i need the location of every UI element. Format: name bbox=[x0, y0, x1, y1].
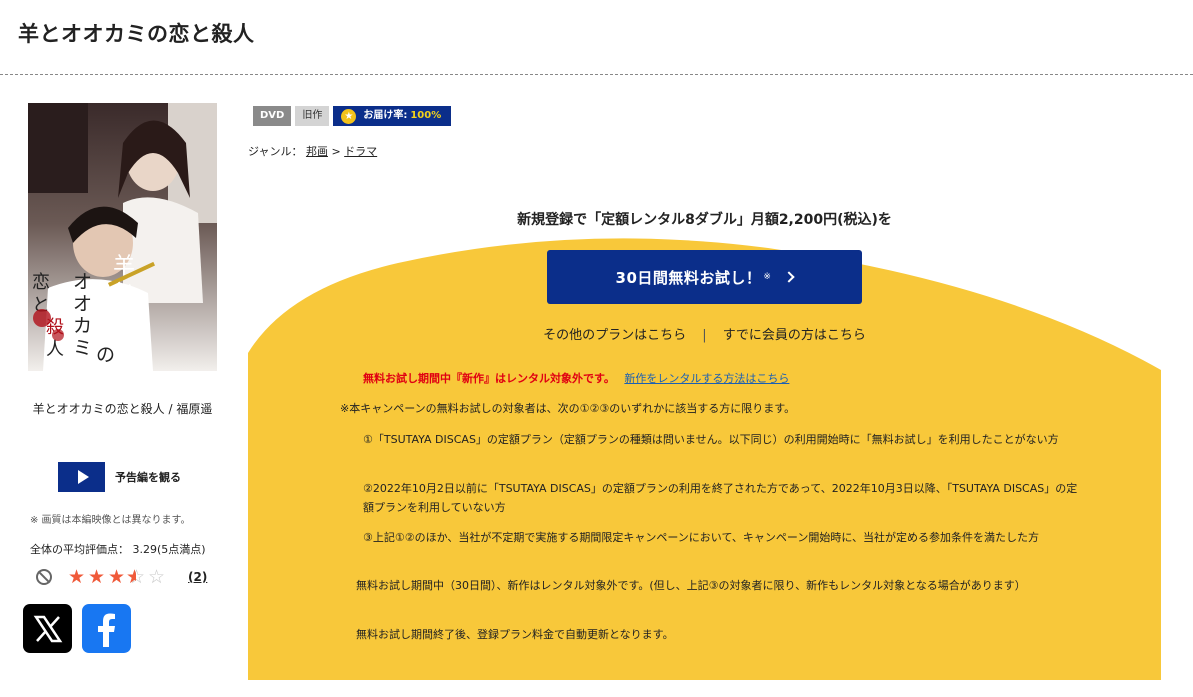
campaign-headline: 新規登録で「定額レンタル8ダブル」月額2,200円(税込)を bbox=[517, 212, 892, 228]
rating-row: ★ ★ ★ ☆ ☆ (2) bbox=[36, 566, 216, 588]
svg-text:羊: 羊 bbox=[113, 254, 135, 279]
new-release-rental-link[interactable]: 新作をレンタルする方法はこちら bbox=[624, 372, 789, 385]
play-icon bbox=[58, 462, 105, 492]
svg-text:ミ: ミ bbox=[73, 337, 92, 359]
genre-breadcrumb: ジャンル： 邦画 > ドラマ bbox=[248, 143, 377, 159]
new-release-warning: 無料お試し期間中『新作』はレンタル対象外です。 bbox=[363, 372, 615, 385]
eligibility-intro: ※本キャンペーンの無料お試しの対象者は、次の①②③のいずれかに該当する方に限りま… bbox=[340, 402, 796, 415]
trailer-button[interactable]: 予告編を観る bbox=[58, 462, 198, 492]
status-badge: 旧作 bbox=[295, 106, 330, 126]
eligibility-condition-1: ①「TSUTAYA DISCAS」の定額プラン（定額プランの種類は問いません。以… bbox=[363, 433, 1059, 446]
format-badge: DVD bbox=[253, 106, 292, 126]
star-rating: ★ ★ ★ ☆ ☆ bbox=[66, 567, 166, 587]
free-trial-note-mark: ※ bbox=[763, 272, 772, 282]
new-release-notice: 無料お試し期間中『新作』はレンタル対象外です。 新作をレンタルする方法はこちら bbox=[363, 370, 789, 386]
genre-separator: > bbox=[331, 145, 341, 158]
svg-text:人: 人 bbox=[46, 339, 64, 360]
half-star-icon: ☆ bbox=[126, 567, 146, 587]
genre-label: ジャンル： bbox=[248, 145, 303, 158]
link-separator: | bbox=[702, 328, 707, 343]
other-plans-link[interactable]: その他のプランはこちら bbox=[543, 328, 686, 343]
dvd-cover-image[interactable]: 羊 と オ オ カ ミ の 恋 と 殺 人 bbox=[28, 103, 217, 371]
free-trial-button[interactable]: 30日間無料お試し！ ※ bbox=[547, 250, 862, 304]
free-trial-label: 30日間無料お試し！ bbox=[615, 268, 762, 287]
review-count-link[interactable]: (2) bbox=[188, 570, 207, 584]
product-name: 羊とオオカミの恋と殺人 / 福原遥 bbox=[32, 402, 213, 416]
delivery-rate-label: お届け率: bbox=[363, 110, 408, 121]
product-tags: DVD 旧作 ★ お届け率: 100% bbox=[253, 106, 452, 126]
star-icon: ★ bbox=[67, 566, 85, 588]
svg-text:オ: オ bbox=[73, 271, 92, 293]
eligibility-condition-2: ②2022年10月2日以前に「TSUTAYA DISCAS」の定額プランの利用を… bbox=[363, 482, 1078, 514]
x-share-icon[interactable] bbox=[23, 604, 72, 653]
average-rating: 全体の平均評価点： 3.29(5点満点) bbox=[30, 543, 206, 556]
svg-text:オ: オ bbox=[73, 293, 92, 315]
svg-text:カ: カ bbox=[73, 315, 92, 337]
empty-star-icon: ☆ bbox=[147, 566, 165, 588]
plan-links: その他のプランはこちら | すでに会員の方はこちら bbox=[248, 324, 1161, 343]
star-icon: ★ bbox=[107, 566, 125, 588]
trial-period-note: 無料お試し期間中（30日間）、新作はレンタル対象外です。(但し、上記③の対象者に… bbox=[356, 579, 1026, 592]
svg-text:と: と bbox=[113, 280, 135, 305]
not-interested-icon[interactable] bbox=[36, 569, 52, 585]
genre-link-japanese-film[interactable]: 邦画 bbox=[306, 145, 328, 158]
eligibility-condition-3: ③上記①②のほか、当社が不定期で実施する期間限定キャンペーンにおいて、キャンペー… bbox=[363, 531, 1040, 544]
member-login-link[interactable]: すでに会員の方はこちら bbox=[723, 328, 866, 343]
auto-renewal-note: 無料お試し期間終了後、登録プラン料金で自動更新となります。 bbox=[356, 628, 674, 641]
star-icon: ★ bbox=[87, 566, 105, 588]
svg-text:の: の bbox=[96, 344, 115, 366]
star-coin-icon: ★ bbox=[341, 108, 357, 124]
quality-note: ※ 画質は本編映像とは異なります。 bbox=[30, 515, 191, 526]
title-divider bbox=[0, 74, 1193, 75]
genre-link-drama[interactable]: ドラマ bbox=[344, 145, 377, 158]
delivery-rate-badge: ★ お届け率: 100% bbox=[333, 106, 452, 126]
trailer-label: 予告編を観る bbox=[115, 471, 181, 484]
delivery-rate-value: 100% bbox=[410, 110, 442, 121]
facebook-share-icon[interactable] bbox=[82, 604, 131, 653]
chevron-right-icon bbox=[783, 271, 796, 283]
svg-text:恋: 恋 bbox=[32, 271, 50, 293]
page-title: 羊とオオカミの恋と殺人 bbox=[18, 22, 255, 46]
